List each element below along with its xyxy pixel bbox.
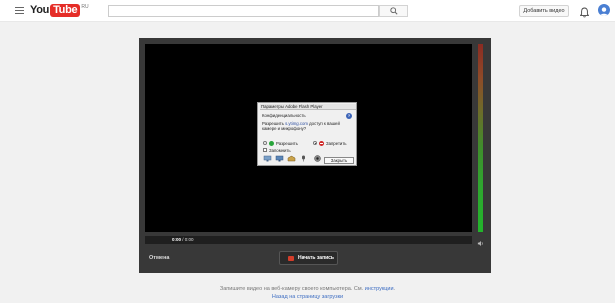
tab-microphone-icon[interactable] — [299, 155, 308, 162]
time-display: 0:00 / 0:00 — [172, 237, 194, 242]
tab-display-icon[interactable] — [263, 155, 272, 162]
start-recording-label: Начать запись — [298, 255, 335, 261]
footer-text-before: Запишите видео на веб-камеру своего комп… — [219, 286, 365, 292]
remember-label[interactable]: Запомнить — [269, 148, 291, 153]
progress-bar[interactable] — [145, 236, 472, 244]
tab-camera-icon[interactable] — [313, 155, 322, 162]
cancel-button[interactable]: Отмена — [149, 255, 169, 261]
camera-access-message: Разрешить s.ytimg.com доступ к вашей кам… — [262, 121, 352, 131]
allow-check-icon — [269, 141, 274, 146]
deny-label[interactable]: Запретить — [326, 141, 347, 146]
user-icon — [599, 7, 609, 16]
audio-level-meter — [478, 44, 483, 232]
notifications-bell-icon[interactable] — [579, 5, 590, 23]
start-recording-button[interactable]: Начать запись — [279, 251, 338, 265]
search-input[interactable] — [108, 5, 379, 17]
logo-region-text: RU — [81, 4, 89, 10]
help-icon[interactable]: ? — [346, 113, 352, 119]
deny-radio[interactable] — [313, 141, 317, 145]
search-button[interactable] — [379, 5, 408, 17]
time-current: 0:00 — [172, 237, 182, 242]
logo-tube-text: Tube — [50, 4, 81, 17]
instructions-link[interactable]: инструкции — [365, 286, 394, 292]
avatar[interactable] — [598, 4, 610, 16]
volume-icon[interactable] — [477, 234, 484, 252]
privacy-heading: Конфиденциальность — [262, 113, 306, 118]
deny-stop-icon — [319, 141, 324, 146]
webcam-instructions-text: Запишите видео на веб-камеру своего комп… — [0, 286, 615, 292]
logo-you-text: You — [30, 4, 50, 16]
hamburger-menu-icon[interactable] — [15, 7, 24, 15]
allow-radio[interactable] — [263, 141, 267, 145]
upload-video-button[interactable]: Добавить видео — [519, 5, 569, 17]
flash-settings-dialog: Параметры Adobe Flash Player Конфиденциа… — [257, 102, 357, 166]
youtube-logo[interactable]: You Tube RU — [30, 3, 89, 18]
allow-label[interactable]: Разрешить — [276, 141, 298, 146]
time-total: 0:00 — [184, 237, 194, 242]
masthead: You Tube RU Добавить видео — [0, 0, 615, 22]
footer-text-after: . — [393, 286, 396, 292]
search-icon — [390, 7, 398, 15]
record-icon — [288, 256, 294, 261]
back-to-upload-link[interactable]: Назад на страницу загрузки — [0, 294, 615, 300]
remember-checkbox[interactable] — [263, 148, 267, 152]
tab-privacy-icon[interactable] — [275, 155, 284, 162]
close-dialog-button[interactable]: Закрыть — [324, 157, 354, 164]
flash-dialog-title: Параметры Adobe Flash Player — [260, 104, 356, 110]
tab-storage-icon[interactable] — [287, 155, 296, 162]
